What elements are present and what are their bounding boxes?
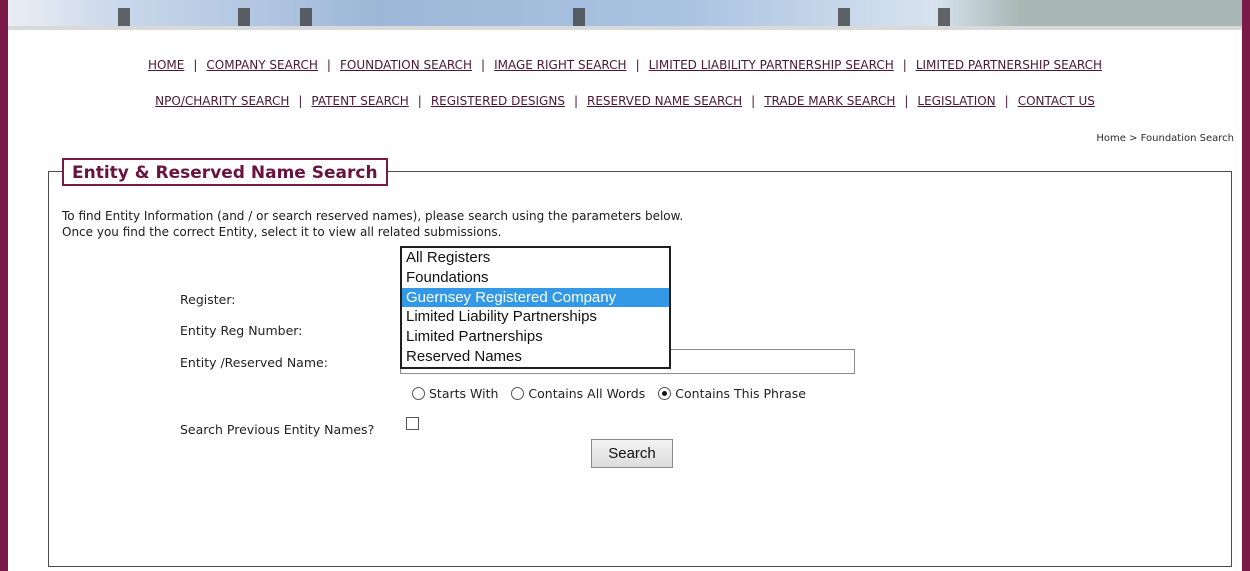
nav-legislation[interactable]: LEGISLATION — [917, 94, 995, 108]
banner-bottom-strip — [8, 26, 1242, 30]
match-type-group: Starts With Contains All Words Contains … — [412, 386, 819, 401]
radio-button-checked[interactable] — [658, 387, 672, 400]
register-option-all[interactable]: All Registers — [402, 248, 669, 268]
nav-patent-search[interactable]: PATENT SEARCH — [311, 94, 408, 108]
register-option-lp[interactable]: Limited Partnerships — [402, 327, 669, 347]
nav-separator: | — [902, 58, 907, 72]
register-option-reserved-names[interactable]: Reserved Names — [402, 347, 669, 367]
register-dropdown-list[interactable]: All Registers Foundations Guernsey Regis… — [400, 246, 671, 369]
search-button[interactable]: Search — [591, 439, 673, 468]
nav-row-1: HOME | COMPANY SEARCH | FOUNDATION SEARCH | IM… — [8, 58, 1242, 72]
breadcrumb: Home > Foundation Search — [1096, 133, 1234, 144]
nav-registered-designs[interactable]: REGISTERED DESIGNS — [431, 94, 565, 108]
intro-line-2: Once you find the correct Entity, select… — [62, 225, 502, 239]
entity-name-label: Entity /Reserved Name: — [180, 355, 328, 370]
intro-line-1: To find Entity Information (and / or sea… — [62, 209, 684, 223]
intro-text: To find Entity Information (and / or sea… — [62, 208, 683, 240]
nav-lp-search[interactable]: LIMITED PARTNERSHIP SEARCH — [916, 58, 1102, 72]
nav-trade-mark-search[interactable]: TRADE MARK SEARCH — [764, 94, 895, 108]
nav-npo-charity-search[interactable]: NPO/CHARITY SEARCH — [155, 94, 289, 108]
reg-number-label: Entity Reg Number: — [180, 323, 303, 338]
radio-starts-with[interactable]: Starts With — [412, 386, 498, 401]
nav-separator: | — [1004, 94, 1009, 108]
nav-separator: | — [481, 58, 486, 72]
register-label: Register: — [180, 292, 236, 307]
nav-home[interactable]: HOME — [148, 58, 184, 72]
nav-separator: | — [193, 58, 198, 72]
previous-names-checkbox[interactable] — [406, 417, 419, 430]
radio-contains-all-words[interactable]: Contains All Words — [511, 386, 645, 401]
nav-row-2: NPO/CHARITY SEARCH | PATENT SEARCH | REGISTE… — [8, 94, 1242, 108]
nav-separator: | — [417, 94, 422, 108]
radio-label: Contains All Words — [528, 386, 646, 401]
nav-foundation-search[interactable]: FOUNDATION SEARCH — [340, 58, 472, 72]
nav-reserved-name-search[interactable]: RESERVED NAME SEARCH — [587, 94, 742, 108]
nav-image-right-search[interactable]: IMAGE RIGHT SEARCH — [494, 58, 626, 72]
nav-contact-us[interactable]: CONTACT US — [1018, 94, 1095, 108]
nav-separator: | — [751, 94, 756, 108]
radio-label: Contains This Phrase — [675, 386, 806, 401]
radio-button[interactable] — [412, 387, 425, 400]
left-border — [0, 0, 8, 571]
radio-label: Starts With — [429, 386, 499, 401]
nav-llp-search[interactable]: LIMITED LIABILITY PARTNERSHIP SEARCH — [649, 58, 894, 72]
nav-company-search[interactable]: COMPANY SEARCH — [206, 58, 318, 72]
nav-separator: | — [635, 58, 640, 72]
right-border — [1242, 0, 1250, 571]
nav-separator: | — [326, 58, 331, 72]
nav-separator: | — [573, 94, 578, 108]
header-banner — [8, 0, 1242, 30]
register-option-foundations[interactable]: Foundations — [402, 268, 669, 288]
previous-names-label: Search Previous Entity Names? — [180, 422, 375, 437]
panel-title: Entity & Reserved Name Search — [62, 158, 388, 186]
register-option-guernsey-company[interactable]: Guernsey Registered Company — [402, 287, 669, 308]
register-option-llp[interactable]: Limited Liability Partnerships — [402, 307, 669, 327]
nav-separator: | — [904, 94, 909, 108]
radio-button[interactable] — [511, 387, 525, 400]
radio-contains-phrase[interactable]: Contains This Phrase — [658, 386, 806, 401]
nav-separator: | — [298, 94, 303, 108]
